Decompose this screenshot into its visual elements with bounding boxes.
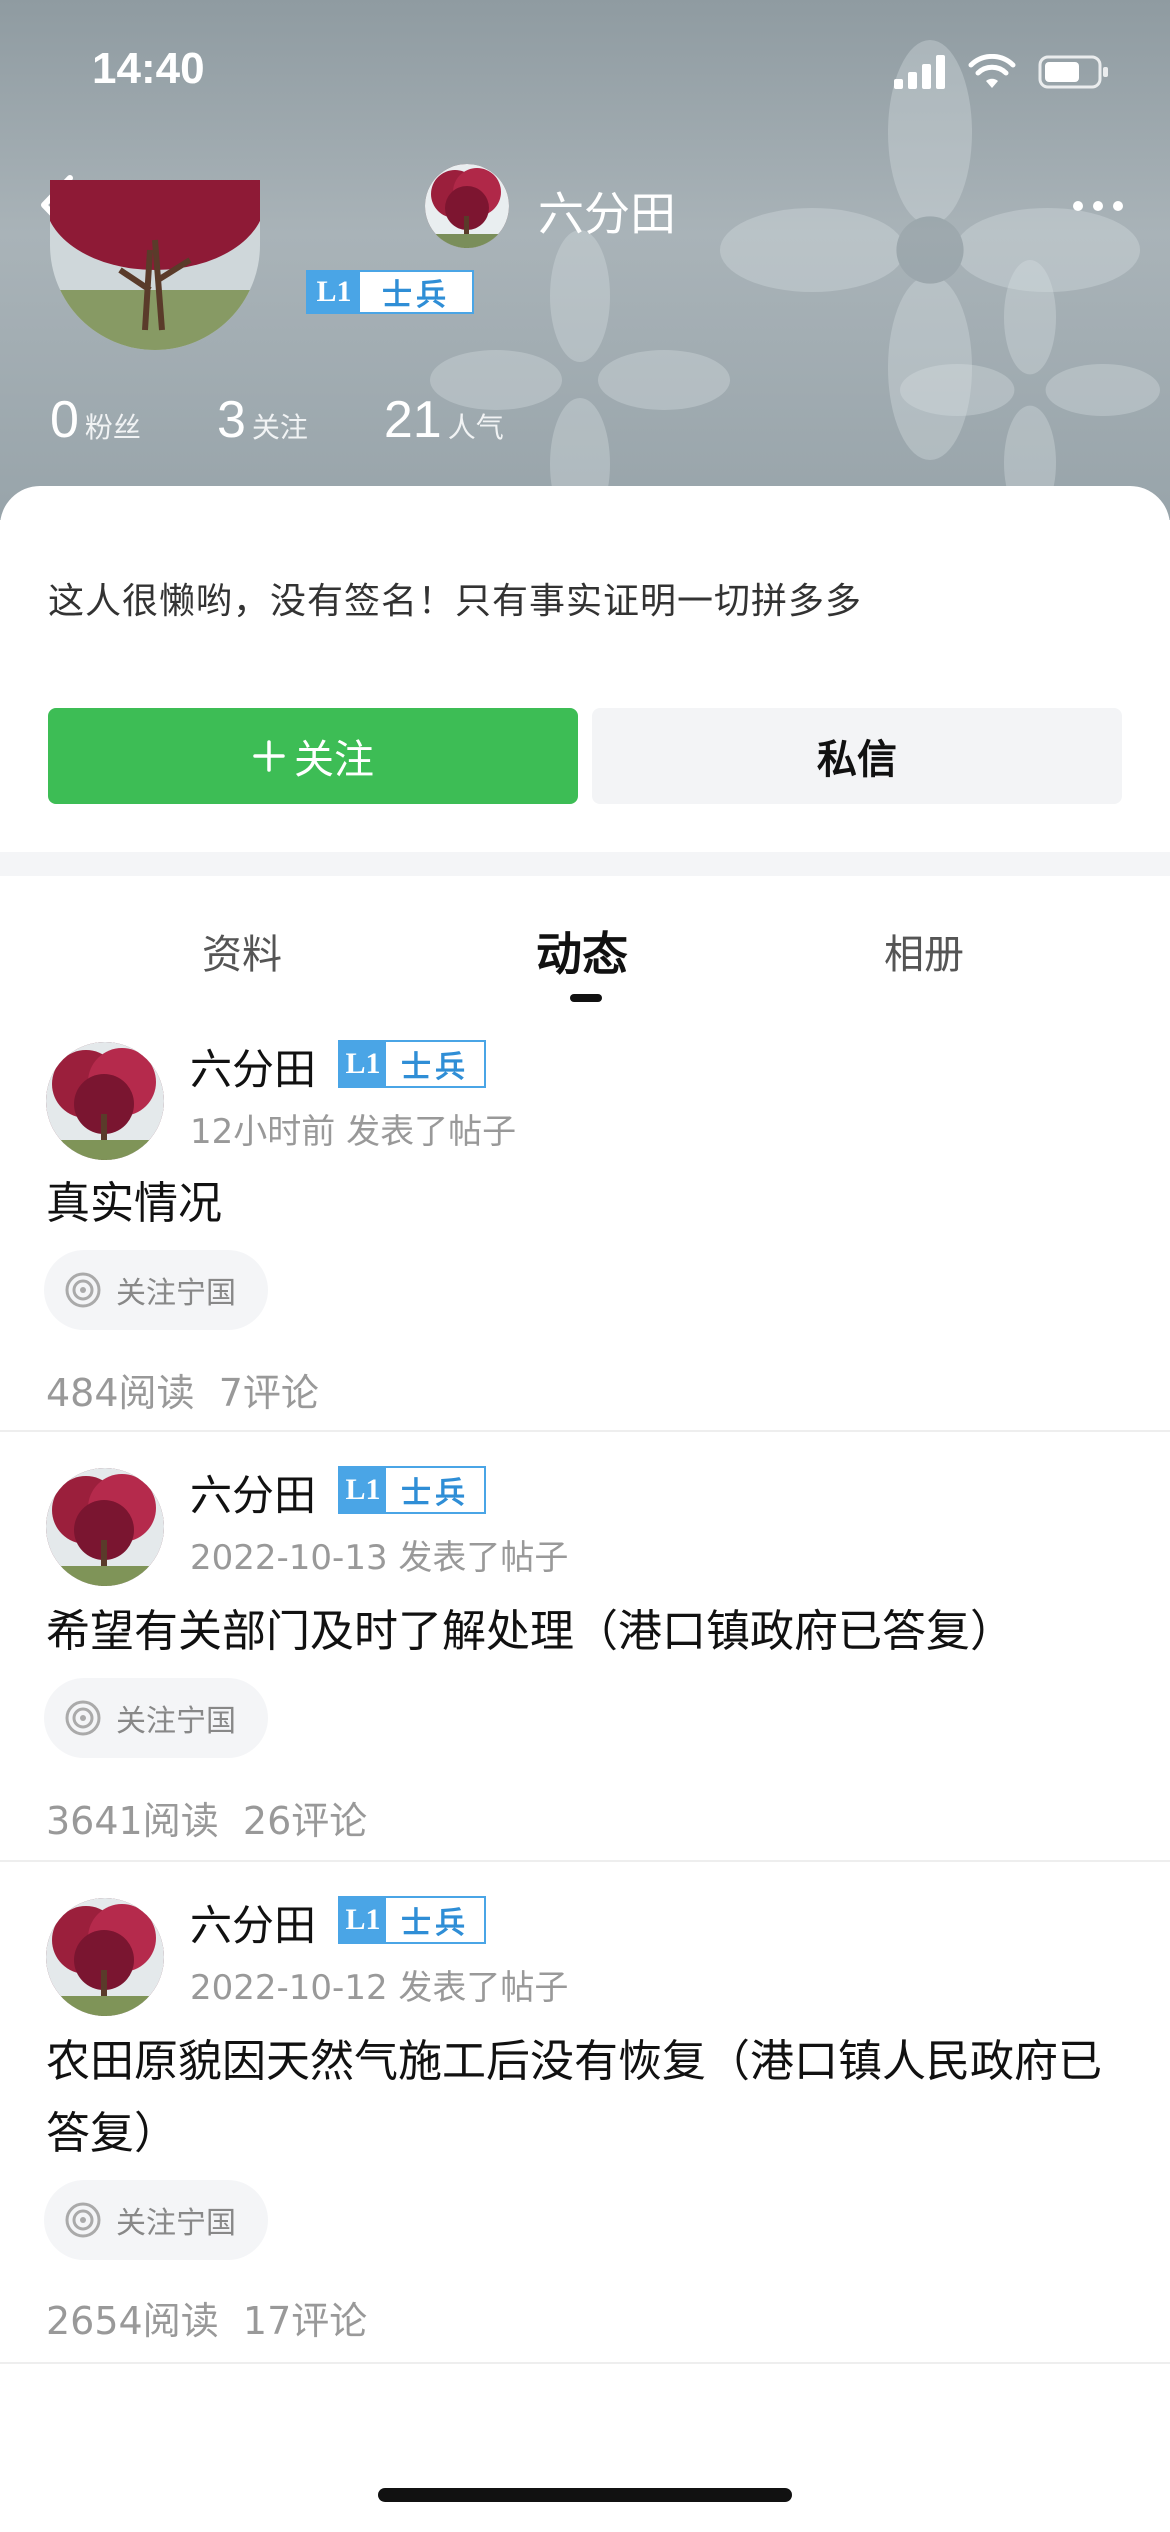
- post-meta: 2022-10-12 发表了帖子: [190, 1968, 569, 2008]
- post-meta: 2022-10-13 发表了帖子: [190, 1538, 569, 1578]
- post-reads: 484阅读: [46, 1371, 195, 1415]
- level-badge: L1 士兵: [338, 1040, 486, 1088]
- level-code: L1: [340, 1898, 386, 1942]
- stat-label: 人气: [447, 411, 504, 444]
- level-code: L1: [308, 272, 360, 312]
- post-stats: 2654阅读 17评论: [46, 2290, 367, 2345]
- stat-label: 关注: [251, 411, 308, 444]
- section-divider: [0, 852, 1170, 876]
- post-avatar[interactable]: [46, 1898, 164, 2016]
- follow-label: 关注: [294, 737, 374, 783]
- post-comments: 17评论: [242, 2299, 368, 2343]
- message-label: 私信: [817, 737, 897, 783]
- stat-value: 21: [383, 391, 442, 449]
- post-avatar[interactable]: [46, 1468, 164, 1586]
- tab-active-indicator: [570, 994, 602, 1002]
- plus-icon: [253, 740, 285, 772]
- signal-icon: [894, 55, 945, 89]
- battery-icon: [1038, 55, 1108, 89]
- post-author[interactable]: 六分田: [190, 1036, 316, 1097]
- stat-popularity[interactable]: 21 人气: [384, 390, 504, 450]
- post-tag[interactable]: 关注宁国: [44, 2180, 268, 2260]
- profile-signature: 这人很懒哟，没有签名！只有事实证明一切拼多多: [48, 581, 863, 622]
- nav-title: 六分田: [538, 187, 676, 241]
- stat-label: 粉丝: [84, 411, 141, 444]
- level-badge: L1 士兵: [338, 1896, 486, 1944]
- wifi-icon: [968, 54, 1016, 88]
- target-icon: [65, 1700, 101, 1736]
- activity-feed: 六分田 L1 士兵 12小时前 发表了帖子 真实情况 关注宁国 484阅读 7评…: [0, 1006, 1170, 2364]
- target-icon: [65, 1272, 101, 1308]
- level-title: 士兵: [401, 1050, 469, 1085]
- home-indicator[interactable]: [378, 2488, 792, 2502]
- post-tag[interactable]: 关注宁国: [44, 1250, 268, 1330]
- post-tag-label: 关注宁国: [116, 2206, 236, 2241]
- stat-value: 0: [50, 391, 79, 449]
- post-meta: 12小时前 发表了帖子: [190, 1112, 517, 1152]
- post-avatar[interactable]: [46, 1042, 164, 1160]
- status-bar: 14:40: [0, 0, 1170, 140]
- feed-post[interactable]: 六分田 L1 士兵 12小时前 发表了帖子 真实情况 关注宁国 484阅读 7评…: [0, 1006, 1170, 1432]
- status-icons: [894, 54, 1110, 90]
- level-badge: L1 士兵: [306, 270, 474, 314]
- level-code: L1: [340, 1468, 386, 1512]
- nav-avatar[interactable]: [425, 164, 509, 248]
- level-title: 士兵: [401, 1476, 469, 1511]
- post-title[interactable]: 真实情况: [46, 1168, 1136, 1240]
- tab-activity[interactable]: 动态: [536, 918, 628, 984]
- target-icon: [65, 2202, 101, 2238]
- post-comments: 7评论: [218, 1371, 319, 1415]
- tab-album[interactable]: 相册: [884, 922, 964, 980]
- level-badge: L1 士兵: [338, 1466, 486, 1514]
- maple-tree-image: [46, 1898, 164, 2016]
- post-author[interactable]: 六分田: [190, 1892, 316, 1953]
- floral-pattern: [900, 260, 1160, 520]
- post-stats: 3641阅读 26评论: [46, 1790, 367, 1845]
- post-tag[interactable]: 关注宁国: [44, 1678, 268, 1758]
- post-comments: 26评论: [242, 1799, 368, 1843]
- more-icon[interactable]: [1070, 196, 1126, 216]
- stat-fans[interactable]: 0 粉丝: [50, 390, 141, 450]
- floral-pattern: [430, 230, 730, 520]
- stat-value: 3: [216, 391, 246, 449]
- level-title: 士兵: [382, 278, 450, 313]
- profile-tabs: 资料 动态 相册: [0, 876, 1170, 1006]
- feed-post[interactable]: 六分田 L1 士兵 2022-10-12 发表了帖子 农田原貌因天然气施工后没有…: [0, 1862, 1170, 2364]
- post-stats: 484阅读 7评论: [46, 1362, 319, 1417]
- maple-tree-image: [46, 1468, 164, 1586]
- message-button[interactable]: 私信: [592, 708, 1122, 804]
- feed-post[interactable]: 六分田 L1 士兵 2022-10-13 发表了帖子 希望有关部门及时了解处理（…: [0, 1432, 1170, 1862]
- post-reads: 2654阅读: [46, 2299, 219, 2343]
- post-tag-label: 关注宁国: [116, 1704, 236, 1739]
- maple-tree-image: [46, 1042, 164, 1160]
- maple-tree-image: [425, 164, 509, 248]
- tab-info[interactable]: 资料: [202, 922, 282, 980]
- level-code: L1: [340, 1042, 386, 1086]
- status-time: 14:40: [92, 44, 205, 93]
- post-title[interactable]: 希望有关部门及时了解处理（港口镇政府已答复）: [46, 1596, 1136, 1668]
- stat-following[interactable]: 3 关注: [217, 390, 308, 450]
- profile-stats: 0 粉丝 3 关注 21 人气: [50, 390, 504, 450]
- post-reads: 3641阅读: [46, 1799, 219, 1843]
- level-title: 士兵: [401, 1906, 469, 1941]
- post-tag-label: 关注宁国: [116, 1276, 236, 1311]
- follow-button[interactable]: 关注: [48, 708, 578, 804]
- post-author[interactable]: 六分田: [190, 1462, 316, 1523]
- post-title[interactable]: 农田原貌因天然气施工后没有恢复（港口镇人民政府已答复）: [46, 2026, 1136, 2170]
